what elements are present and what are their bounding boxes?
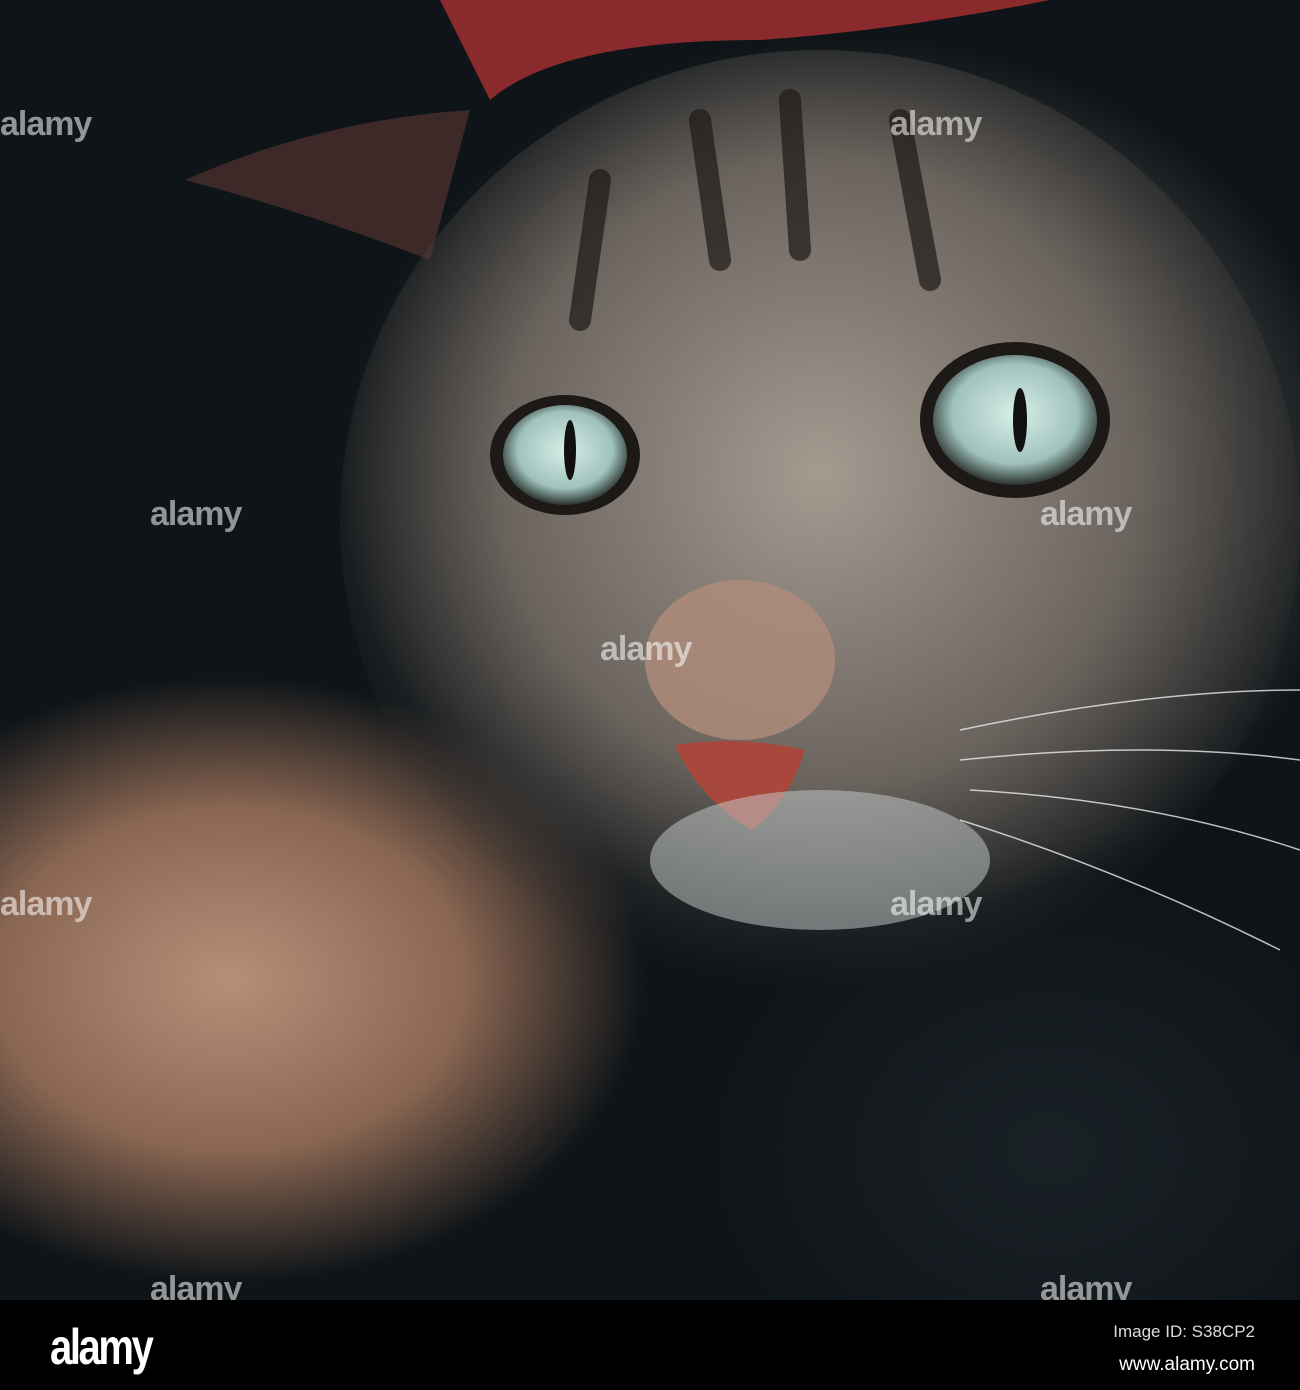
watermark: alamy <box>150 495 242 533</box>
watermark: alamy <box>150 1270 242 1300</box>
stock-photo-page: alamy alamy alamy alamy alamy alamy alam… <box>0 0 1300 1390</box>
watermark: alamy <box>0 105 92 143</box>
site-url[interactable]: www.alamy.com <box>1119 1354 1255 1376</box>
alamy-logo[interactable]: alamy <box>50 1318 154 1376</box>
cat-photo: alamy alamy alamy alamy alamy alamy alam… <box>0 0 1300 1300</box>
watermark: alamy <box>1040 1270 1132 1300</box>
left-pupil <box>564 420 576 480</box>
watermark: alamy <box>600 630 692 668</box>
watermark: alamy <box>890 885 982 923</box>
watermark: alamy <box>1040 495 1132 533</box>
right-pupil <box>1013 388 1027 452</box>
watermark: alamy <box>0 885 92 923</box>
image-id: Image ID: S38CP2 <box>1113 1322 1255 1341</box>
watermark: alamy <box>890 105 982 143</box>
footer-bar: alamy Image ID: S38CP2 www.alamy.com <box>0 1300 1300 1390</box>
cat-ear <box>185 110 470 260</box>
